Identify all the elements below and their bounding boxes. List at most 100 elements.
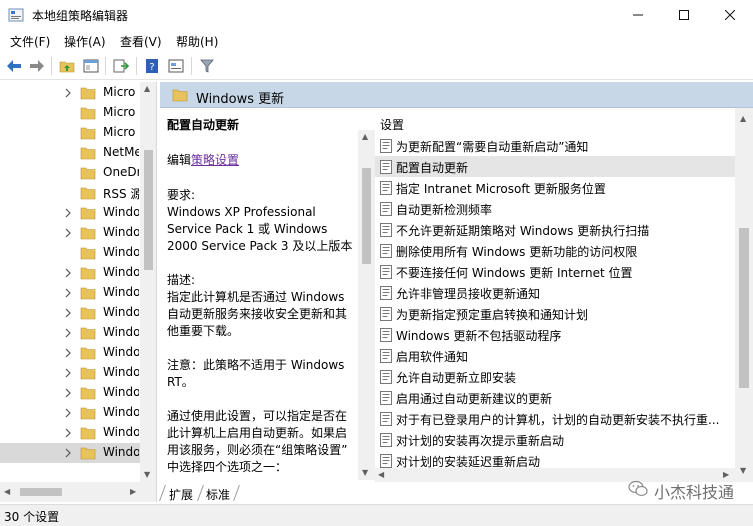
tree-item-label: Windo xyxy=(103,245,139,259)
settings-vertical-scrollbar[interactable]: ▲ ▼ xyxy=(735,108,753,482)
tree-horizontal-scrollbar[interactable]: ◀ ▶ xyxy=(0,482,156,502)
setting-row[interactable]: 配置自动更新 xyxy=(375,156,735,177)
tree-item[interactable]: Windo xyxy=(0,243,140,263)
maximize-button[interactable] xyxy=(661,0,707,30)
tree-item[interactable]: Windo xyxy=(0,443,140,463)
close-button[interactable] xyxy=(707,0,753,30)
tree-item[interactable]: NetMe xyxy=(0,143,140,163)
setting-row[interactable]: 对计划的安装再次提示重新启动 xyxy=(375,429,735,450)
requirements-line: Windows XP Professional xyxy=(167,205,316,219)
minimize-button[interactable] xyxy=(615,0,661,30)
chevron-right-icon[interactable] xyxy=(64,267,74,279)
tree-item[interactable]: Micro xyxy=(0,83,140,103)
tree-hscroll-thumb[interactable] xyxy=(20,488,62,496)
folder-icon xyxy=(80,186,96,200)
tree-item-label: Windo xyxy=(103,285,139,299)
pane-header: Windows 更新 xyxy=(160,82,753,108)
watermark: 小杰科技通 xyxy=(628,480,734,502)
setting-row[interactable]: 为更新配置“需要自动重新启动”通知 xyxy=(375,135,735,156)
folder-icon xyxy=(80,366,96,380)
tree-item[interactable]: Windo xyxy=(0,343,140,363)
tree-item-label: Windo xyxy=(103,365,139,379)
tree-item[interactable]: Windo xyxy=(0,283,140,303)
chevron-right-icon[interactable] xyxy=(64,447,74,459)
tree-scroll-thumb[interactable] xyxy=(144,150,153,270)
tree-item[interactable]: OneDr xyxy=(0,163,140,183)
tab-standard[interactable]: 标准 xyxy=(206,486,230,503)
tree-item-label: Micro xyxy=(103,125,136,139)
edit-policy-link[interactable]: 策略设置 xyxy=(191,153,239,167)
tree-item[interactable]: Windo xyxy=(0,203,140,223)
help-icon[interactable]: ? xyxy=(142,56,162,76)
setting-row[interactable]: Windows 更新不包括驱动程序 xyxy=(375,324,735,345)
tab-extended[interactable]: 扩展 xyxy=(169,486,193,503)
forward-arrow-icon[interactable] xyxy=(27,56,47,76)
menu-action[interactable]: 操作(A) xyxy=(64,33,106,50)
menu-view[interactable]: 查看(V) xyxy=(120,33,162,50)
setting-row[interactable]: 删除使用所有 Windows 更新功能的访问权限 xyxy=(375,240,735,261)
tree-item[interactable]: Windo xyxy=(0,383,140,403)
chevron-right-icon[interactable] xyxy=(64,347,74,359)
setting-row[interactable]: 对于有已登录用户的计算机，计划的自动更新安装不执行重... xyxy=(375,408,735,429)
folder-icon xyxy=(80,226,96,240)
setting-label: 启用通过自动更新建议的更新 xyxy=(396,392,553,406)
chevron-right-icon[interactable] xyxy=(64,307,74,319)
setting-row[interactable]: 允许非管理员接收更新通知 xyxy=(375,282,735,303)
requirements-line: Service Pack 1 或 Windows xyxy=(167,222,328,236)
tree-item[interactable]: RSS 源 xyxy=(0,183,140,203)
setting-row[interactable]: 启用软件通知 xyxy=(375,345,735,366)
chevron-right-icon[interactable] xyxy=(64,327,74,339)
setting-row[interactable]: 不允许更新延期策略对 Windows 更新执行扫描 xyxy=(375,219,735,240)
description-vertical-scrollbar[interactable]: ▲ ▼ xyxy=(358,130,375,480)
tree-item[interactable]: Windo xyxy=(0,223,140,243)
chevron-right-icon[interactable] xyxy=(64,207,74,219)
folder-icon xyxy=(80,426,96,440)
setting-row[interactable]: 对计划的安装延迟重新启动 xyxy=(375,450,735,468)
filter-icon[interactable] xyxy=(197,56,217,76)
chevron-right-icon[interactable] xyxy=(64,287,74,299)
tree-item[interactable]: Windo xyxy=(0,403,140,423)
tree-vertical-scrollbar[interactable]: ▲ ▼ xyxy=(140,82,156,482)
setting-row[interactable]: 指定 Intranet Microsoft 更新服务位置 xyxy=(375,177,735,198)
tree-item[interactable]: Windo xyxy=(0,263,140,283)
settings-scroll-thumb[interactable] xyxy=(739,228,749,388)
tree-item[interactable]: Windo xyxy=(0,323,140,343)
folder-icon xyxy=(80,166,96,180)
setting-row[interactable]: 允许自动更新立即安装 xyxy=(375,366,735,387)
toolbar: ? xyxy=(0,52,753,80)
menu-help[interactable]: 帮助(H) xyxy=(176,33,218,50)
chevron-right-icon[interactable] xyxy=(64,87,74,99)
chevron-right-icon[interactable] xyxy=(64,367,74,379)
chevron-right-icon[interactable] xyxy=(64,227,74,239)
setting-row[interactable]: 启用通过自动更新建议的更新 xyxy=(375,387,735,408)
folder-icon xyxy=(80,146,96,160)
tree-item[interactable]: Windo xyxy=(0,363,140,383)
setting-label: Windows 更新不包括驱动程序 xyxy=(396,329,562,343)
setting-label: 对计划的安装再次提示重新启动 xyxy=(396,434,565,448)
console-tree[interactable]: Micro Micro Micro NetMe OneDr RSS 源 Windo Windo… xyxy=(0,82,157,502)
tree-item[interactable]: Micro xyxy=(0,123,140,143)
tree-item-label: Windo xyxy=(103,345,139,359)
tree-item[interactable]: Micro xyxy=(0,103,140,123)
description-line: 他重要下载。 xyxy=(167,324,240,338)
chevron-right-icon[interactable] xyxy=(64,427,74,439)
settings-column-header[interactable]: 设置 xyxy=(380,116,404,133)
setting-row[interactable]: 自动更新检测频率 xyxy=(375,198,735,219)
description-scroll-thumb[interactable] xyxy=(362,168,371,264)
setting-label: 不要连接任何 Windows 更新 Internet 位置 xyxy=(396,266,633,280)
export-list-icon[interactable] xyxy=(111,56,131,76)
tree-item[interactable]: Windo xyxy=(0,423,140,443)
up-folder-icon[interactable] xyxy=(57,56,77,76)
menu-file[interactable]: 文件(F) xyxy=(10,33,50,50)
back-arrow-icon[interactable] xyxy=(4,56,24,76)
setting-row[interactable]: 为更新指定预定重启转换和通知计划 xyxy=(375,303,735,324)
show-hide-console-tree-icon[interactable] xyxy=(81,56,101,76)
properties-icon[interactable] xyxy=(166,56,186,76)
setting-label: 自动更新检测频率 xyxy=(396,203,493,217)
chevron-right-icon[interactable] xyxy=(64,387,74,399)
tree-item[interactable]: Windo xyxy=(0,303,140,323)
wechat-icon xyxy=(628,480,648,502)
setting-row[interactable]: 不要连接任何 Windows 更新 Internet 位置 xyxy=(375,261,735,282)
chevron-right-icon[interactable] xyxy=(64,407,74,419)
description-line: 自动更新服务来接收安全更新和其 xyxy=(167,307,348,321)
